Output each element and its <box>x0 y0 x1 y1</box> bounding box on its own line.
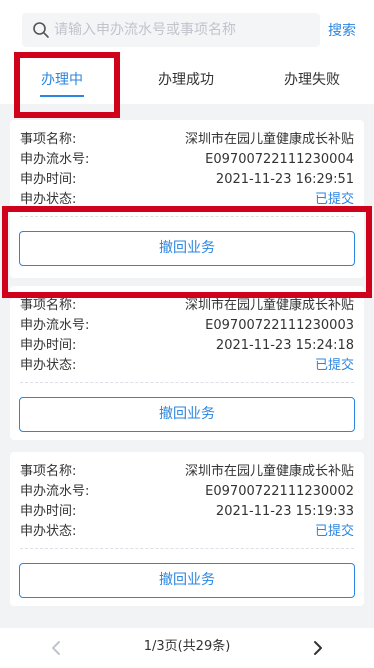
record-serial-row: 申办流水号: E09700722111230003 <box>20 316 354 336</box>
chevron-right-icon[interactable] <box>308 638 328 658</box>
tab-failed[interactable]: 办理失败 <box>270 60 354 104</box>
record-status-value: 已提交 <box>314 524 354 539</box>
record-name-value: 深圳市在园儿童健康成长补贴 <box>184 298 354 313</box>
record-name-row: 事项名称: 深圳市在园儿童健康成长补贴 <box>20 296 354 316</box>
record-status-label: 申办状态: <box>20 358 77 373</box>
record-time-row: 申办时间: 2021-11-23 15:19:33 <box>20 502 354 522</box>
record-name-value: 深圳市在园儿童健康成长补贴 <box>184 464 354 479</box>
record-serial-row: 申办流水号: E09700722111230004 <box>20 150 354 170</box>
record-time-label: 申办时间: <box>20 504 77 519</box>
record-time-value: 2021-11-23 16:29:51 <box>215 172 354 187</box>
record-serial-value: E09700722111230003 <box>205 318 354 333</box>
record-serial-label: 申办流水号: <box>20 484 90 499</box>
tab-success[interactable]: 办理成功 <box>146 60 226 104</box>
annotation-box-withdraw <box>2 206 372 298</box>
record-serial-label: 申办流水号: <box>20 152 90 167</box>
record-time-row: 申办时间: 2021-11-23 15:24:18 <box>20 336 354 356</box>
record-time-value: 2021-11-23 15:24:18 <box>215 338 354 353</box>
search-input[interactable] <box>54 13 309 47</box>
search-bar: 搜索 <box>0 0 374 60</box>
record-status-row: 申办状态: 已提交 <box>20 356 354 376</box>
search-icon <box>33 22 49 38</box>
record-status-row: 申办状态: 已提交 <box>20 522 354 542</box>
record-name-value: 深圳市在园儿童健康成长补贴 <box>184 132 354 147</box>
record-card: 事项名称: 深圳市在园儿童健康成长补贴 申办流水号: E097007221112… <box>10 286 364 440</box>
record-name-label: 事项名称: <box>20 298 77 313</box>
record-status-value: 已提交 <box>314 358 354 373</box>
record-serial-label: 申办流水号: <box>20 318 90 333</box>
search-box[interactable] <box>22 13 320 47</box>
pagination: 1/3页(共29条) <box>0 628 374 668</box>
record-time-label: 申办时间: <box>20 338 77 353</box>
record-serial-value: E09700722111230004 <box>205 152 354 167</box>
record-name-label: 事项名称: <box>20 132 77 147</box>
withdraw-button[interactable]: 撤回业务 <box>19 397 355 432</box>
record-name-label: 事项名称: <box>20 464 77 479</box>
record-time-label: 申办时间: <box>20 172 77 187</box>
withdraw-button[interactable]: 撤回业务 <box>19 563 355 598</box>
record-serial-value: E09700722111230002 <box>205 484 354 499</box>
record-card: 事项名称: 深圳市在园儿童健康成长补贴 申办流水号: E097007221112… <box>10 452 364 606</box>
record-name-row: 事项名称: 深圳市在园儿童健康成长补贴 <box>20 130 354 150</box>
record-time-value: 2021-11-23 15:19:33 <box>215 504 354 519</box>
record-serial-row: 申办流水号: E09700722111230002 <box>20 482 354 502</box>
record-name-row: 事项名称: 深圳市在园儿童健康成长补贴 <box>20 462 354 482</box>
record-time-row: 申办时间: 2021-11-23 16:29:51 <box>20 170 354 190</box>
card-divider <box>20 382 354 383</box>
search-button[interactable]: 搜索 <box>328 20 356 40</box>
annotation-box-tab <box>14 52 120 118</box>
card-divider <box>20 548 354 549</box>
record-status-label: 申办状态: <box>20 524 77 539</box>
